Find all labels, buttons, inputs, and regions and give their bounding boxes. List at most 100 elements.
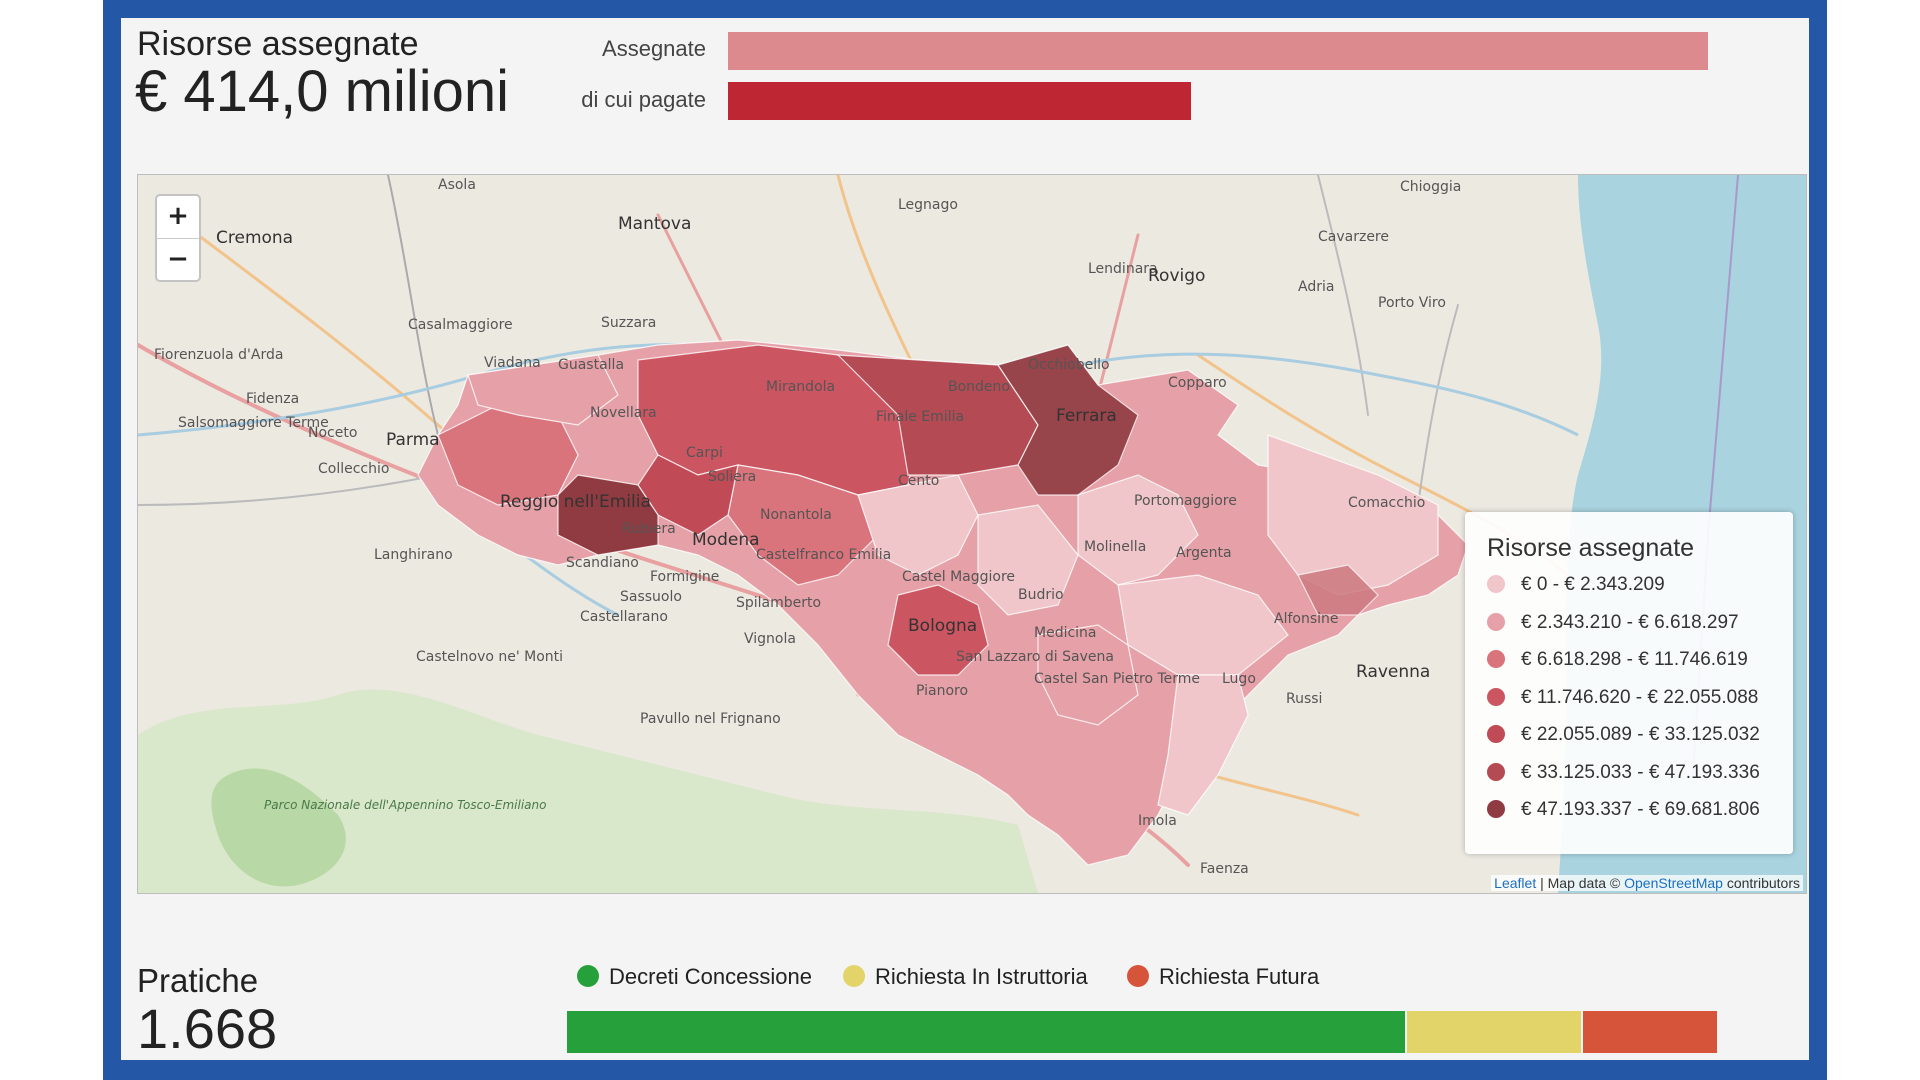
assigned-bar-label: Assegnate <box>602 36 706 61</box>
legend-swatch <box>1487 762 1505 781</box>
place-label: Parma <box>386 430 440 450</box>
status-label: Richiesta In Istruttoria <box>875 964 1088 989</box>
place-label: Suzzara <box>601 315 656 331</box>
place-label: Guastalla <box>558 357 624 373</box>
place-label: Mirandola <box>766 379 835 395</box>
osm-link[interactable]: OpenStreetMap <box>1624 875 1723 891</box>
place-label: Lugo <box>1222 671 1256 687</box>
place-label: Cavarzere <box>1318 229 1389 245</box>
resources-value: € 414,0 milioni <box>135 59 509 124</box>
legend-item: € 22.055.089 - € 33.125.032 <box>1487 724 1760 746</box>
status-label: Richiesta Futura <box>1159 964 1320 989</box>
place-label: Adria <box>1298 279 1334 295</box>
place-label: Carpi <box>686 445 723 461</box>
paid-bar <box>728 82 1191 120</box>
place-label: Novellara <box>590 405 657 421</box>
legend-swatch <box>1487 725 1505 743</box>
place-label: Spilamberto <box>736 595 821 611</box>
place-label: Pianoro <box>916 683 968 699</box>
place-label: Occhiobello <box>1028 357 1110 373</box>
place-label: Copparo <box>1168 375 1227 391</box>
place-label: Fiorenzuola d'Arda <box>154 347 283 363</box>
place-label: Molinella <box>1084 539 1146 555</box>
paid-bar-label: di cui pagate <box>581 87 706 112</box>
attribution-tail: contributors <box>1722 875 1800 891</box>
legend-swatch <box>1487 800 1505 818</box>
place-label: Legnago <box>898 197 958 213</box>
zoom-control: + − <box>155 194 201 282</box>
legend-item-label: € 6.618.298 - € 11.746.619 <box>1521 649 1748 670</box>
place-label: Budrio <box>1018 587 1064 603</box>
place-label: Argenta <box>1176 545 1232 561</box>
place-label: Castel San Pietro Terme <box>1034 671 1200 687</box>
place-label: Bondeno <box>948 379 1010 395</box>
map-legend: Risorse assegnate € 0 - € 2.343.209 € 2.3… <box>1465 512 1793 854</box>
choropleth-map[interactable]: Asola Mantova Legnago Chioggia Cremona C… <box>137 174 1807 894</box>
place-label: Medicina <box>1034 625 1097 641</box>
place-label: Rovigo <box>1148 266 1205 286</box>
assigned-bar <box>728 32 1708 70</box>
place-label: Portomaggiore <box>1134 493 1237 509</box>
place-label: Castellarano <box>580 609 668 625</box>
status-futura: Richiesta Futura <box>1127 964 1319 990</box>
place-label: Langhirano <box>374 547 453 563</box>
zoom-in-button[interactable]: + <box>157 196 199 238</box>
place-label: Chioggia <box>1400 179 1461 195</box>
place-label: Pavullo nel Frignano <box>640 711 781 727</box>
map-attribution: Leaflet | Map data © OpenStreetMap contr… <box>1491 875 1803 891</box>
place-label: Vignola <box>744 631 796 647</box>
legend-item: € 33.125.033 - € 47.193.336 <box>1487 762 1760 784</box>
place-label: Parco Nazionale dell'Appennino Tosco-Emi… <box>264 798 546 812</box>
legend-item-label: € 33.125.033 - € 47.193.336 <box>1521 761 1760 783</box>
place-label: Ravenna <box>1356 662 1430 682</box>
place-label: Soliera <box>708 469 756 485</box>
legend-item-label: € 22.055.089 - € 33.125.032 <box>1521 724 1760 745</box>
pratiche-value: 1.668 <box>137 997 278 1060</box>
place-label: Bologna <box>908 616 977 636</box>
legend-item-label: € 2.343.210 - € 6.618.297 <box>1521 611 1739 633</box>
legend-item: € 0 - € 2.343.209 <box>1487 574 1665 596</box>
legend-item: € 47.193.337 - € 69.681.806 <box>1487 799 1760 821</box>
place-label: Casalmaggiore <box>408 317 513 333</box>
status-bar-segment <box>567 1011 1405 1053</box>
place-label: Castelfranco Emilia <box>756 547 891 563</box>
place-label: Ferrara <box>1056 406 1117 426</box>
place-label: San Lazzaro di Savena <box>956 649 1114 665</box>
status-decreti: Decreti Concessione <box>577 964 812 990</box>
place-label: Collecchio <box>318 461 389 477</box>
leaflet-link[interactable]: Leaflet <box>1494 875 1536 891</box>
legend-item-label: € 0 - € 2.343.209 <box>1521 574 1665 595</box>
legend-swatch <box>1487 612 1505 631</box>
legend-item: € 11.746.620 - € 22.055.088 <box>1487 687 1758 709</box>
place-label: Castelnovo ne' Monti <box>416 649 563 665</box>
place-label: Fidenza <box>246 391 299 407</box>
status-bar-segment <box>1583 1011 1717 1053</box>
legend-swatch <box>1487 687 1505 706</box>
place-label: Modena <box>692 530 760 550</box>
place-label: Cremona <box>216 228 293 248</box>
zoom-out-button[interactable]: − <box>157 238 199 280</box>
status-istruttoria: Richiesta In Istruttoria <box>843 964 1088 990</box>
red-dot-icon <box>1127 965 1149 987</box>
place-label: Salsomaggiore Terme <box>178 415 329 431</box>
place-label: Mantova <box>618 214 691 234</box>
legend-item: € 2.343.210 - € 6.618.297 <box>1487 612 1739 634</box>
legend-item-label: € 11.746.620 - € 22.055.088 <box>1521 686 1759 708</box>
legend-item: € 6.618.298 - € 11.746.619 <box>1487 649 1748 671</box>
place-label: Nonantola <box>760 507 832 523</box>
legend-swatch <box>1487 575 1505 593</box>
place-label: Rubiera <box>622 521 676 537</box>
place-label: Faenza <box>1200 861 1249 877</box>
status-bar-segment <box>1407 1011 1581 1053</box>
place-label: Imola <box>1138 813 1177 829</box>
place-label: Formigine <box>650 569 719 585</box>
status-label: Decreti Concessione <box>609 964 812 989</box>
place-label: Alfonsine <box>1274 611 1339 627</box>
place-label: Finale Emilia <box>876 409 964 425</box>
place-label: Russi <box>1286 691 1322 707</box>
green-dot-icon <box>577 965 599 987</box>
attribution-text: | Map data © <box>1536 875 1625 891</box>
place-label: Castel Maggiore <box>902 569 1015 585</box>
place-label: Reggio nell'Emilia <box>500 492 651 512</box>
pratiche-title: Pratiche <box>137 962 259 999</box>
